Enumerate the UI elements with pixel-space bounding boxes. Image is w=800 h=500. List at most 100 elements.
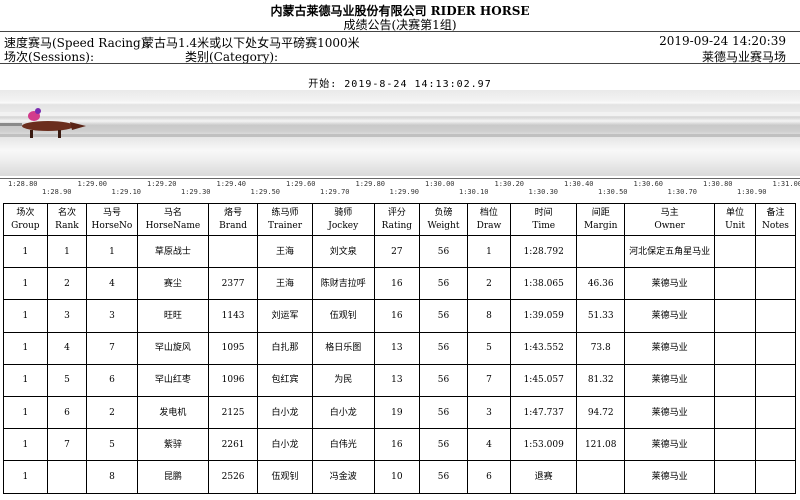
- table-cell: 旺旺: [136, 299, 210, 333]
- table-cell: [46, 460, 88, 494]
- column-header: 间距 Margin: [576, 203, 626, 236]
- column-header-en: Trainer: [268, 220, 302, 231]
- table-cell: 1: [3, 395, 48, 430]
- column-header-cn: 烙号: [224, 207, 243, 218]
- timeline-tick: 1:30.80: [703, 180, 733, 188]
- column-header: 马号 HorseNo: [86, 203, 138, 236]
- table-cell: [754, 267, 797, 301]
- column-header-en: Group: [11, 220, 40, 231]
- table-cell: 51.33: [576, 299, 626, 333]
- table-cell: 4: [46, 331, 88, 365]
- table-cell: [208, 234, 259, 269]
- column-header: 练马师 Trainer: [257, 203, 313, 236]
- photo-finish-start: 开始: 2019-8-24 14:13:02.97: [308, 79, 492, 90]
- column-header-cn: 时间: [534, 207, 553, 218]
- timeline-tick: 1:29.80: [355, 180, 386, 188]
- timeline-tick: 1:29.00: [77, 180, 108, 188]
- column-header: 名次 Rank: [46, 203, 88, 236]
- table-cell: 1: [3, 428, 48, 462]
- column-header: 单位 Unit: [714, 203, 756, 236]
- table-cell: 5: [46, 363, 88, 397]
- column-header-en: Margin: [584, 220, 618, 231]
- column-header-cn: 档位: [479, 207, 498, 218]
- report-datetime: 2019-09-24 14:20:39: [659, 34, 786, 48]
- table-cell: 草原战士: [136, 234, 210, 269]
- table-cell: 7: [86, 331, 138, 365]
- table-cell: 白扎那: [257, 331, 313, 365]
- table-cell: 退赛: [510, 460, 578, 494]
- table-cell: 莱德马业: [624, 267, 716, 301]
- table-cell: 56: [419, 299, 468, 333]
- table-cell: 4: [86, 267, 138, 301]
- table-cell: 56: [419, 395, 468, 430]
- table-cell: 1: [3, 363, 48, 397]
- table-cell: 1:47.737: [510, 395, 578, 430]
- timeline-tick: 1:30.10: [459, 188, 489, 196]
- column-header-cn: 骑师: [334, 207, 353, 218]
- column-header-en: Brand: [219, 220, 247, 231]
- table-cell: 莱德马业: [624, 331, 716, 365]
- table-cell: [754, 395, 797, 430]
- table-cell: 白小龙: [257, 395, 313, 430]
- table-cell: 6: [466, 460, 512, 494]
- column-header-en: HorseName: [145, 220, 201, 231]
- table-cell: 56: [419, 460, 468, 494]
- table-cell: 2125: [208, 395, 259, 430]
- table-cell: 81.32: [576, 363, 626, 397]
- table-cell: 白小龙: [257, 428, 313, 462]
- table-cell: 包红宾: [257, 363, 313, 397]
- table-cell: 1: [3, 267, 48, 301]
- table-cell: 16: [373, 267, 421, 301]
- table-cell: [754, 299, 797, 333]
- column-header-en: Weight: [427, 220, 460, 231]
- column-header: 档位 Draw: [466, 203, 512, 236]
- table-cell: [754, 234, 797, 269]
- column-header: 评分 Rating: [373, 203, 421, 236]
- table-cell: 5: [466, 331, 512, 365]
- horse-jockey-image: [0, 108, 800, 138]
- table-cell: 白伟光: [311, 428, 375, 462]
- table-cell: 10: [373, 460, 421, 494]
- table-cell: 1: [3, 234, 48, 269]
- timeline-tick: 1:30.70: [667, 188, 698, 196]
- table-cell: 8: [466, 299, 512, 333]
- table-cell: 1:39.059: [510, 299, 578, 333]
- divider: [0, 63, 800, 64]
- table-cell: 1:38.065: [510, 267, 578, 301]
- timeline-tick: 1:29.60: [286, 180, 316, 188]
- timeline-tick: 1:30.00: [425, 180, 455, 188]
- table-cell: 1: [3, 331, 48, 365]
- table-cell: [754, 460, 797, 494]
- table-cell: 56: [419, 428, 468, 462]
- column-header-en: Unit: [725, 220, 745, 231]
- table-cell: 河北保定五角星马业: [624, 234, 716, 269]
- column-header-cn: 马主: [660, 207, 679, 218]
- table-cell: 刘文泉: [311, 234, 375, 269]
- table-cell: 1: [46, 234, 88, 269]
- table-cell: 1096: [208, 363, 259, 397]
- table-cell: 莱德马业: [624, 395, 716, 430]
- table-cell: 1:43.552: [510, 331, 578, 365]
- timeline-tick: 1:29.90: [389, 188, 420, 196]
- table-cell: 3: [466, 395, 512, 430]
- timeline-tick: 1:29.70: [320, 188, 350, 196]
- divider: [0, 31, 800, 32]
- timeline-tick: 1:29.50: [250, 188, 281, 196]
- table-cell: 7: [46, 428, 88, 462]
- column-header-en: Owner: [654, 220, 685, 231]
- column-header-en: HorseNo: [91, 220, 133, 231]
- table-row: 1 8 昆鹏 2526 伍观钊 冯金波 10 56 6 退赛 莱德马业: [3, 460, 797, 494]
- column-header: 场次 Group: [3, 203, 48, 236]
- table-cell: 56: [419, 331, 468, 365]
- table-cell: 16: [373, 299, 421, 333]
- table-cell: 伍观钊: [257, 460, 313, 494]
- table-cell: 陈财吉拉呼: [311, 267, 375, 301]
- table-cell: 2: [46, 267, 88, 301]
- table-row: 1 1 1 草原战士 王海 刘文泉 27 56 1 1:28.792 河北保定五角星马业: [3, 234, 797, 269]
- table-cell: [754, 331, 797, 365]
- table-cell: 赛尘: [136, 267, 210, 301]
- table-cell: 46.36: [576, 267, 626, 301]
- table-cell: 昆鹏: [136, 460, 210, 494]
- table-cell: 8: [86, 460, 138, 494]
- table-cell: [576, 460, 626, 494]
